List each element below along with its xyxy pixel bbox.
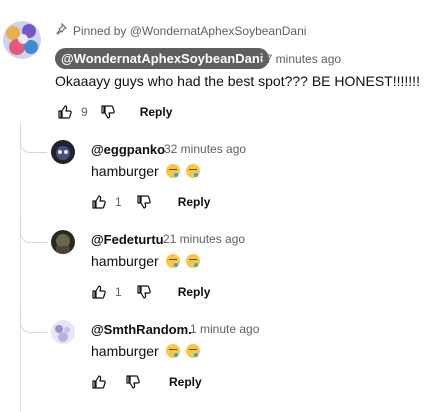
reply-text-value: hamburger <box>91 163 159 179</box>
avatar[interactable] <box>51 230 75 254</box>
comment-text: Okaaayy guys who had the best spot??? BE… <box>55 73 420 89</box>
reply-time[interactable]: 32 minutes ago <box>164 142 246 156</box>
author-chip[interactable]: @WondernatAphexSoybeanDani <box>55 48 270 69</box>
thumbs-up-icon[interactable] <box>89 282 109 302</box>
thumbs-up-icon[interactable] <box>89 192 109 212</box>
comment-time[interactable]: 37 minutes ago <box>259 52 341 66</box>
thumbs-up-icon[interactable] <box>89 372 109 392</box>
avatar[interactable] <box>51 320 75 344</box>
like-count: 9 <box>81 105 88 119</box>
thumbs-down-icon[interactable] <box>134 282 154 302</box>
reply-actions: 1 Reply <box>89 191 214 213</box>
thumbs-down-icon[interactable] <box>134 192 154 212</box>
reply-author[interactable]: @eggpanko <box>91 142 165 157</box>
avatar[interactable] <box>3 21 41 59</box>
reply-time[interactable]: 21 minutes ago <box>163 232 245 246</box>
reply-time[interactable]: 1 minute ago <box>190 322 259 336</box>
reply-button[interactable]: Reply <box>174 282 215 302</box>
thread-connector <box>20 306 47 333</box>
pinned-label: Pinned by @WondernatAphexSoybeanDani <box>73 23 307 38</box>
drooling-face-emoji <box>186 254 201 268</box>
thumbs-up-icon[interactable] <box>55 102 75 122</box>
pin-icon <box>55 22 67 38</box>
reply-button[interactable]: Reply <box>165 372 206 392</box>
thread-connector <box>20 216 47 243</box>
reply-button[interactable]: Reply <box>174 192 215 212</box>
reply-text-value: hamburger <box>91 253 159 269</box>
thumbs-down-icon[interactable] <box>98 102 118 122</box>
drooling-face-emoji <box>165 164 180 178</box>
avatar[interactable] <box>51 140 75 164</box>
reply-actions: Reply <box>89 371 206 393</box>
pinned-label-row: Pinned by @WondernatAphexSoybeanDani <box>55 22 307 38</box>
reply-text-value: hamburger <box>91 343 159 359</box>
drooling-face-emoji <box>186 344 201 358</box>
reply-button[interactable]: Reply <box>136 102 177 122</box>
like-count: 1 <box>115 285 122 299</box>
reply-author[interactable]: @SmthRandom. <box>91 322 192 337</box>
thread-connector <box>20 126 47 153</box>
drooling-face-emoji <box>165 344 180 358</box>
reply-text: hamburger <box>91 163 201 179</box>
reply-actions: 1 Reply <box>89 281 214 303</box>
like-count: 1 <box>115 195 122 209</box>
thumbs-down-icon[interactable] <box>123 372 143 392</box>
drooling-face-emoji <box>186 164 201 178</box>
reply-text: hamburger <box>91 343 201 359</box>
reply-author[interactable]: @Fedeturtu <box>91 232 164 247</box>
thread-line <box>20 122 21 412</box>
comment-actions: 9 Reply <box>55 101 176 123</box>
reply-text: hamburger <box>91 253 201 269</box>
drooling-face-emoji <box>165 254 180 268</box>
